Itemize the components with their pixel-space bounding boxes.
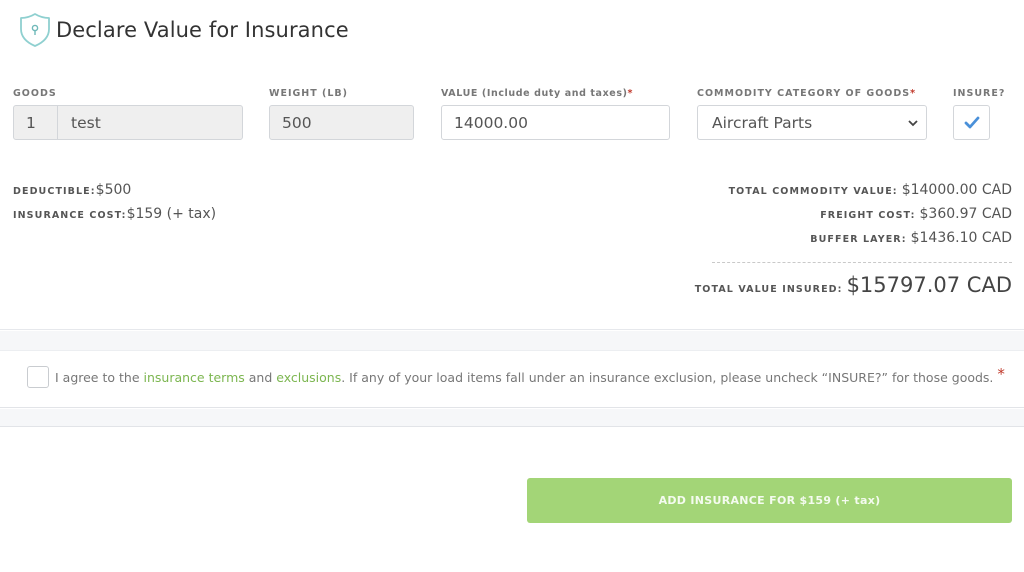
page-header: Declare Value for Insurance [18,12,349,48]
commodity-label-text: COMMODITY CATEGORY OF GOODS [697,88,911,99]
weight-label: WEIGHT (LB) [269,88,349,99]
value-input[interactable]: 14000.00 [441,105,670,140]
freight-cost-value: $360.97 CAD [919,206,1012,222]
goods-quantity: 1 [14,106,58,139]
deductible-label: DEDUCTIBLE: [13,186,96,197]
terms-agreement: I agree to the insurance terms and exclu… [27,365,1005,388]
terms-suffix: . If any of your load items fall under a… [341,369,994,385]
insurance-cost-label: INSURANCE COST: [13,210,127,221]
total-commodity-row: TOTAL COMMODITY VALUE: $14000.00 CAD [729,182,1012,198]
buffer-layer-row: BUFFER LAYER: $1436.10 CAD [810,230,1012,246]
exclusions-link[interactable]: exclusions [276,370,341,385]
total-insured-value: $15797.07 CAD [846,273,1012,297]
section-gap [0,409,1024,427]
total-commodity-label: TOTAL COMMODITY VALUE: [728,186,898,197]
page-title: Declare Value for Insurance [56,18,349,42]
value-label-text: VALUE (Include duty and taxes) [441,88,628,99]
terms-prefix: I agree to the [55,369,144,385]
insure-checkbox[interactable] [953,105,990,140]
deductible-value: $500 [95,182,132,198]
summary-divider [712,262,1012,263]
deductible-row: DEDUCTIBLE: $500 [13,182,131,198]
add-insurance-button[interactable]: ADD INSURANCE FOR $159 (+ tax) [527,478,1012,523]
goods-label: GOODS [13,88,57,99]
terms-middle: and [244,369,277,385]
insurance-terms-link[interactable]: insurance terms [143,370,244,385]
required-mark: * [997,365,1005,383]
terms-text: I agree to the insurance terms and exclu… [55,370,993,385]
checkmark-icon [964,116,979,129]
required-mark: * [910,88,917,99]
freight-cost-row: FREIGHT COST: $360.97 CAD [820,206,1012,222]
total-insured-row: TOTAL VALUE INSURED: $15797.07 CAD [695,273,1012,297]
goods-name: test [71,113,101,132]
terms-checkbox[interactable] [27,366,49,388]
buffer-layer-value: $1436.10 CAD [910,230,1012,246]
value-label: VALUE (Include duty and taxes)* [441,88,633,99]
goods-field: 1 test [13,105,243,140]
total-commodity-value: $14000.00 CAD [901,182,1012,198]
required-mark: * [627,88,634,99]
commodity-selected: Aircraft Parts [712,113,813,132]
insure-label: INSURE? [953,88,1006,99]
section-gap [0,331,1024,350]
buffer-layer-label: BUFFER LAYER: [810,234,907,245]
commodity-select[interactable]: Aircraft Parts [697,105,927,140]
shield-lock-icon [20,13,50,47]
weight-field: 500 [269,105,414,140]
insurance-cost-value: $159 (+ tax) [126,206,217,222]
commodity-label: COMMODITY CATEGORY OF GOODS* [697,88,916,99]
total-insured-label: TOTAL VALUE INSURED: [694,284,843,295]
insurance-cost-row: INSURANCE COST: $159 (+ tax) [13,206,216,222]
chevron-down-icon [908,119,918,126]
freight-cost-label: FREIGHT COST: [820,210,916,221]
